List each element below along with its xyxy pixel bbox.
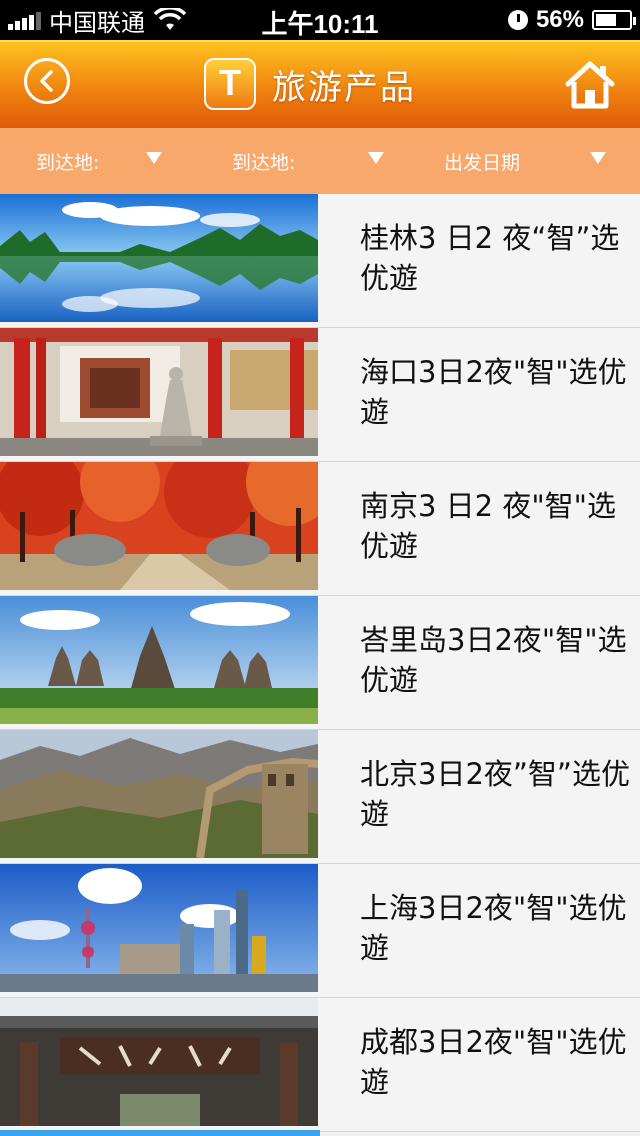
home-button[interactable]: [564, 60, 616, 110]
product-list: 桂林3 日2 夜“智”选优遊 海口3日2夜"智"选优遊 南京3 日2 夜"智"选…: [0, 194, 640, 1132]
logo-letter: T: [219, 62, 241, 103]
dropdown-arrow-icon: [146, 152, 162, 164]
product-item-shanghai[interactable]: 上海3日2夜"智"选优遊: [0, 864, 640, 998]
product-item-guilin[interactable]: 桂林3 日2 夜“智”选优遊: [0, 194, 640, 328]
app-header: T 旅游产品: [0, 40, 640, 128]
product-image-gate-sign: [0, 998, 318, 1126]
product-item-beijing[interactable]: 北京3日2夜”智”选优遊: [0, 730, 640, 864]
home-icon: [565, 61, 615, 109]
dropdown-arrow-icon: [368, 152, 384, 164]
product-image-great-wall: [0, 730, 318, 858]
product-title: 北京3日2夜”智”选优遊: [360, 757, 630, 831]
filter-destination-1[interactable]: 到达地:: [36, 128, 166, 194]
next-item-peek: [0, 1130, 320, 1136]
product-image-autumn-road: [0, 462, 318, 590]
filter-bar: 到达地: 到达地: 出发日期: [0, 128, 640, 194]
battery-icon: [592, 10, 636, 30]
product-image-lake-reflection: [0, 194, 318, 322]
product-title: 桂林3 日2 夜“智”选优遊: [360, 221, 620, 295]
product-title: 成都3日2夜"智"选优遊: [360, 1025, 627, 1099]
filter-destination-2[interactable]: 到达地:: [232, 128, 392, 194]
product-title: 峇里岛3日2夜"智"选优遊: [360, 623, 627, 697]
product-item-chengdu[interactable]: 成都3日2夜"智"选优遊: [0, 998, 640, 1132]
filter-label: 到达地:: [36, 151, 100, 174]
battery-percent: 56%: [535, 6, 584, 33]
chevron-left-icon: [40, 70, 53, 92]
product-title: 海口3日2夜"智"选优遊: [360, 355, 627, 429]
filter-label: 到达地:: [232, 151, 296, 174]
product-image-prambanan-temple: [0, 596, 318, 724]
product-title: 上海3日2夜"智"选优遊: [360, 891, 627, 965]
page-title: 旅游产品: [272, 68, 416, 108]
product-item-haikou[interactable]: 海口3日2夜"智"选优遊: [0, 328, 640, 462]
alarm-clock-icon: [507, 10, 528, 30]
product-image-pudong-skyline: [0, 864, 318, 992]
status-right: 56%: [507, 4, 636, 36]
app-logo: T: [204, 58, 256, 110]
product-item-nanjing[interactable]: 南京3 日2 夜"智"选优遊: [0, 462, 640, 596]
back-button[interactable]: [24, 58, 70, 104]
status-bar: 中国联通 上午10:11 56%: [0, 0, 640, 40]
product-title: 南京3 日2 夜"智"选优遊: [360, 489, 617, 563]
dropdown-arrow-icon: [590, 152, 606, 164]
product-image-temple-statue: [0, 328, 318, 456]
product-item-bali[interactable]: 峇里岛3日2夜"智"选优遊: [0, 596, 640, 730]
filter-label: 出发日期: [444, 151, 521, 174]
filter-departure-date[interactable]: 出发日期: [444, 128, 610, 194]
